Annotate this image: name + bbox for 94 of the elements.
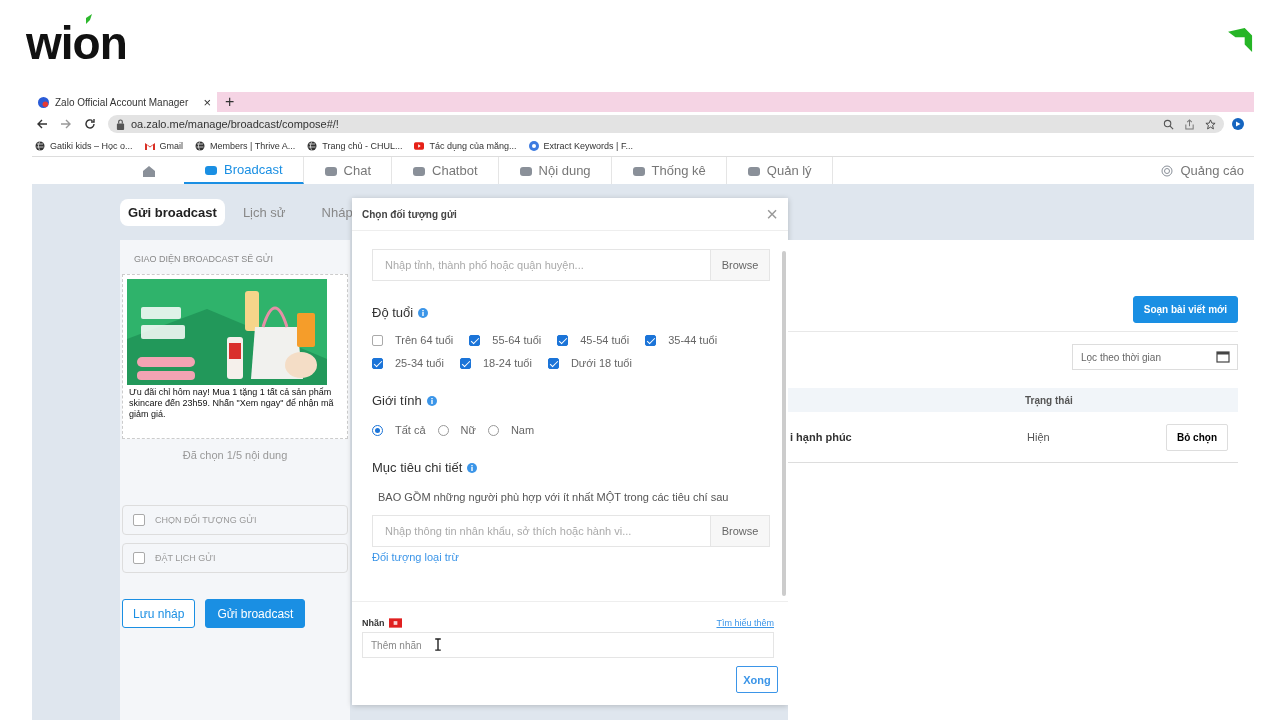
- browse-button[interactable]: Browse: [710, 250, 769, 280]
- new-post-button[interactable]: Soạn bài viết mới: [1132, 296, 1238, 323]
- checkbox-label: 25-34 tuổi: [395, 357, 444, 369]
- speech-bubble-icon: [518, 164, 533, 177]
- browse-button[interactable]: Browse: [710, 516, 769, 546]
- targeting-field[interactable]: Nhập thông tin nhân khẩu, sở thích hoặc hành vi... Browse: [372, 515, 770, 547]
- checkbox-label: 45-54 tuổi: [580, 334, 630, 346]
- forward-icon[interactable]: [60, 118, 72, 130]
- compose-tab[interactable]: Gửi broadcast: [120, 198, 225, 226]
- info-icon: [467, 462, 478, 473]
- bookmark-item[interactable]: Trang chủ - CHUL...: [307, 141, 403, 151]
- mail-icon: [144, 141, 155, 151]
- speech-bubble-icon: [204, 163, 218, 176]
- arrow-icon: [1228, 28, 1254, 52]
- video-play-icon: [414, 141, 425, 151]
- globe-icon: [35, 141, 45, 151]
- ring-icon: [528, 141, 539, 151]
- logo-wordmark: wion: [26, 26, 127, 60]
- deselect-button[interactable]: Bỏ chọn: [1166, 423, 1228, 451]
- address-bar[interactable]: oa.zalo.me/manage/broadcast/compose#/!: [108, 115, 1224, 133]
- speech-bubble-icon: [631, 164, 646, 177]
- globe-icon: [307, 141, 318, 151]
- info-icon: [418, 307, 429, 318]
- reload-icon[interactable]: [84, 118, 96, 130]
- table-cell-text: i hạnh phúc: [790, 431, 853, 443]
- browser-tab[interactable]: Zalo Official Account Manager ×: [32, 92, 217, 112]
- home-icon[interactable]: [142, 164, 156, 177]
- checkbox-label: 35-44 tuổi: [668, 334, 718, 346]
- checkbox[interactable]: [469, 334, 481, 346]
- checkbox[interactable]: [133, 514, 145, 526]
- tag-heading: Nhãn: [362, 618, 385, 628]
- radio-label: Tất cả: [395, 424, 426, 436]
- checkbox[interactable]: [547, 357, 559, 369]
- checkbox[interactable]: [459, 357, 471, 369]
- exclude-audience-link[interactable]: Đối tượng loại trừ: [372, 551, 770, 563]
- compose-tab[interactable]: Lịch sử: [234, 198, 294, 226]
- radio-label: Nam: [510, 424, 535, 436]
- section-title: Độ tuổi: [372, 305, 414, 320]
- checkbox[interactable]: [557, 334, 569, 346]
- text-cursor-icon: [434, 638, 442, 651]
- radio-label: Nữ: [460, 424, 476, 436]
- bookmark-item[interactable]: Gatiki kids – Học o...: [35, 141, 133, 151]
- section-heading: GIAO DIỆN BROADCAST SẼ GỬI: [133, 254, 275, 264]
- ads-link[interactable]: Quảng cáo: [1160, 163, 1244, 178]
- checkbox-label: 18-24 tuổi: [482, 357, 532, 369]
- zoom-icon[interactable]: [1163, 118, 1174, 130]
- column-header: Trạng thái: [1025, 394, 1074, 406]
- close-tab-button[interactable]: ×: [203, 94, 211, 110]
- learn-more-link[interactable]: Tìm hiểu thêm: [716, 618, 774, 628]
- target-icon: [1160, 164, 1175, 177]
- leaf-icon: [84, 14, 94, 24]
- checkbox[interactable]: [372, 357, 383, 369]
- extension-icon[interactable]: [1232, 118, 1244, 130]
- new-badge-icon: [388, 618, 402, 628]
- lock-icon: [116, 118, 125, 130]
- back-icon[interactable]: [36, 118, 48, 130]
- checkbox-label: Trên 64 tuổi: [395, 334, 454, 346]
- option-label: CHỌN ĐỐI TƯỢNG GỬI: [155, 515, 257, 525]
- bookmark-item[interactable]: Tác dụng của măng...: [414, 141, 517, 151]
- section-title: Mục tiêu chi tiết: [372, 460, 463, 475]
- section-title: Giới tính: [372, 393, 422, 408]
- location-field[interactable]: Nhập tỉnh, thành phố hoặc quận huyện... Browse: [372, 249, 770, 281]
- tag-field[interactable]: Thêm nhãn: [362, 632, 774, 658]
- send-button[interactable]: Gửi broadcast: [205, 599, 306, 628]
- checkbox-label: Dưới 18 tuổi: [570, 357, 632, 369]
- bookmark-item[interactable]: Gmail: [144, 141, 184, 151]
- checkbox[interactable]: [372, 334, 383, 346]
- date-filter-field[interactable]: Lọc theo thời gian: [1072, 344, 1238, 370]
- targeting-description: BAO GỒM những người phù hợp với ít nhất MỘT trong các tiêu chí sau: [378, 491, 730, 503]
- speech-bubble-icon: [746, 164, 761, 177]
- message-caption: Ưu đãi chỉ hôm nay! Mua 1 tặng 1 tất cả sản phẩm skincare đến 23h59. Nhấn "Xem ngay" để nhận mã giảm giá.: [129, 387, 335, 420]
- option-toggle[interactable]: ĐẶT LỊCH GỬI: [122, 543, 348, 573]
- speech-bubble-icon: [323, 164, 338, 177]
- checkbox-label: 55-64 tuổi: [492, 334, 542, 346]
- info-icon: [426, 395, 437, 406]
- table-cell-text: Hiện: [1027, 431, 1051, 443]
- save-draft-button[interactable]: Lưu nháp: [122, 599, 196, 628]
- option-label: ĐẶT LỊCH GỬI: [155, 553, 216, 563]
- done-button[interactable]: Xong: [736, 666, 778, 693]
- close-button[interactable]: ×: [766, 204, 778, 224]
- checkbox[interactable]: [645, 334, 657, 346]
- globe-icon: [195, 141, 206, 151]
- speech-bubble-icon: [412, 164, 426, 177]
- checkbox[interactable]: [133, 552, 145, 564]
- dialog-title: Chọn đối tượng gửi: [362, 208, 457, 220]
- option-toggle[interactable]: CHỌN ĐỐI TƯỢNG GỬI: [122, 505, 348, 535]
- star-icon[interactable]: [1205, 118, 1216, 130]
- new-tab-button[interactable]: +: [217, 92, 243, 112]
- app-favicon-icon: [38, 96, 49, 108]
- bookmark-item[interactable]: Extract Keywords | F...: [528, 141, 633, 151]
- share-icon[interactable]: [1184, 118, 1195, 130]
- calendar-icon: [1216, 351, 1230, 363]
- selected-count: Đã chọn 1/5 nội dung: [182, 449, 288, 461]
- bookmark-item[interactable]: Members | Thrive A...: [195, 141, 296, 151]
